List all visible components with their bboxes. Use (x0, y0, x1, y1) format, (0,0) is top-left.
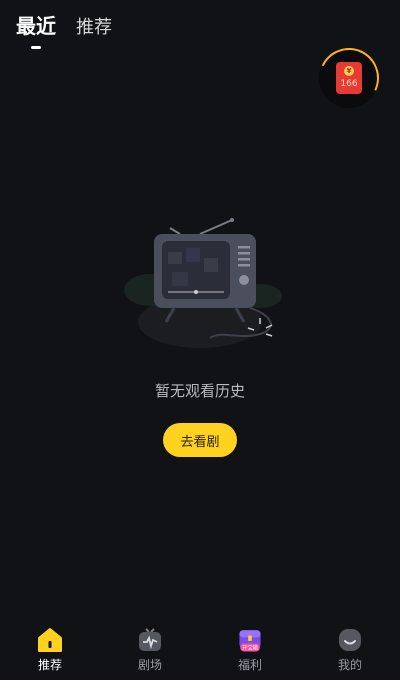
tab-recommend[interactable]: 推荐 (76, 13, 112, 39)
active-tab-indicator (31, 46, 41, 49)
go-watch-button[interactable]: 去看剧 (163, 423, 237, 457)
nav-label-recommend: 推荐 (37, 657, 62, 672)
tv-icon (135, 626, 165, 654)
tab-recent[interactable]: 最近 (16, 10, 56, 49)
home-icon (35, 626, 65, 654)
tab-recent-label: 最近 (16, 14, 56, 38)
welfare-badge: 开宝箱 (242, 643, 258, 651)
top-tabs: 最近 推荐 (16, 10, 112, 49)
empty-state: 暂无观看历史 去看剧 (0, 210, 400, 457)
red-envelope-icon: ¥ 166 (336, 62, 362, 94)
nav-item-recommend[interactable]: 推荐 (10, 626, 90, 673)
tab-recommend-label: 推荐 (76, 17, 112, 38)
treasure-box-icon: 开宝箱 (235, 626, 265, 654)
nav-label-welfare: 福利 (237, 657, 262, 672)
nav-label-theater: 剧场 (137, 657, 162, 672)
tv-illustration (124, 218, 282, 348)
nav-item-theater[interactable]: 剧场 (110, 626, 190, 673)
reward-count: 166 (340, 79, 358, 89)
empty-history-message: 暂无观看历史 (154, 382, 245, 400)
red-packet-reward[interactable]: ¥ 166 (310, 39, 388, 117)
bottom-nav: 推荐 剧场 开宝箱 福利 我的 (0, 618, 400, 680)
nav-item-mine[interactable]: 我的 (310, 626, 390, 673)
coin-icon: ¥ (344, 66, 354, 76)
nav-item-welfare[interactable]: 开宝箱 福利 (210, 626, 290, 673)
profile-icon (335, 626, 365, 654)
nav-label-mine: 我的 (337, 657, 362, 672)
